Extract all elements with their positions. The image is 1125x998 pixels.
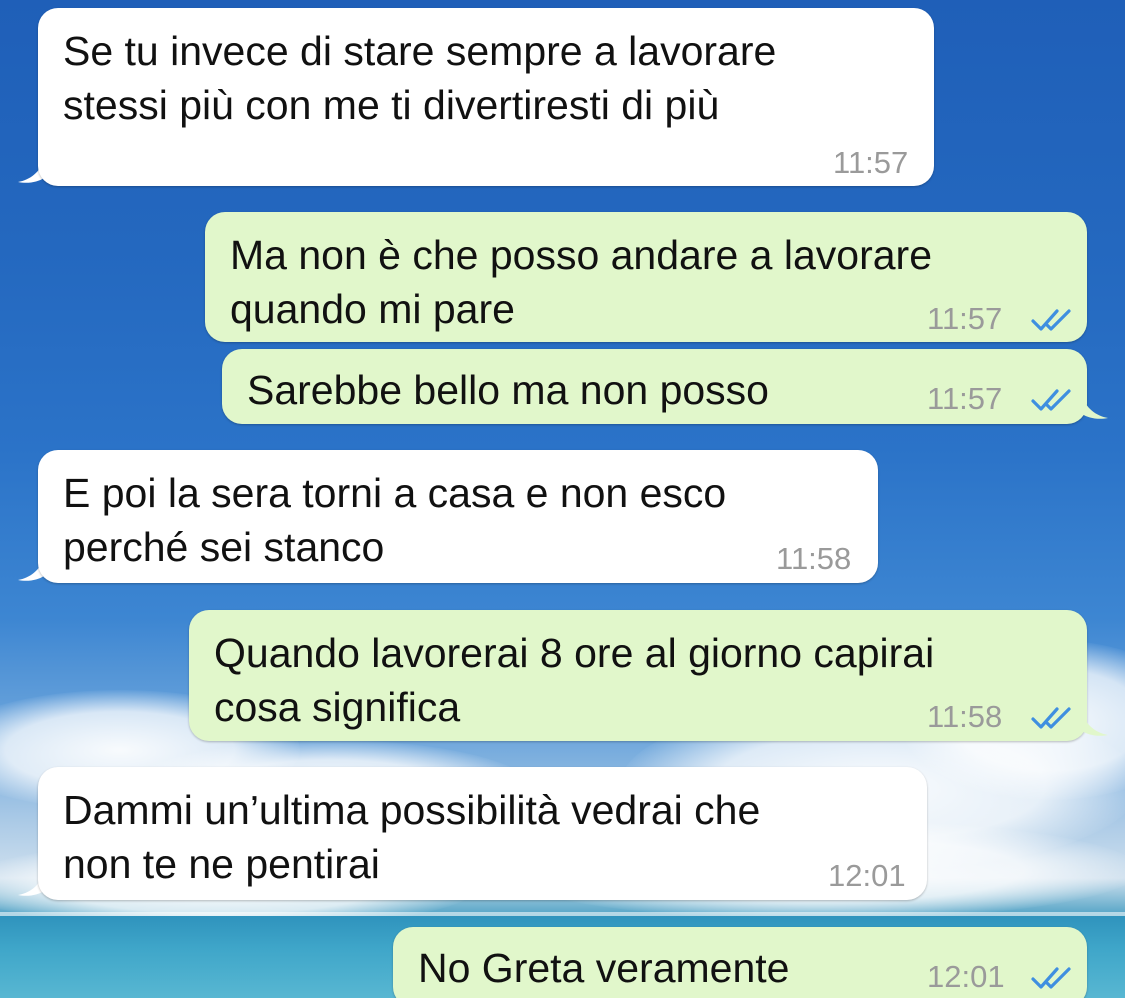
- message-bubble-incoming[interactable]: Dammi un’ultima possibilità vedrai che n…: [38, 767, 927, 900]
- message-time: 12:01: [828, 858, 906, 893]
- message-time: 12:01: [927, 959, 1005, 994]
- message-text: Dammi un’ultima possibilità vedrai che n…: [63, 787, 761, 887]
- bubble-tail: [1082, 713, 1108, 736]
- message-text: Se tu invece di stare sempre a lavorare …: [63, 28, 777, 128]
- double-check-icon: [1031, 967, 1071, 989]
- double-check-icon: [1031, 309, 1071, 331]
- message-time: 11:58: [927, 699, 1003, 734]
- double-check-icon: [1031, 707, 1071, 729]
- message-time: 11:57: [927, 381, 1003, 416]
- message-bubble-outgoing[interactable]: Ma non è che posso andare a lavorare qua…: [205, 212, 1087, 342]
- message-text: Quando lavorerai 8 ore al giorno capirai…: [214, 630, 935, 730]
- double-check-icon: [1031, 389, 1071, 411]
- message-text: No Greta veramente: [418, 945, 790, 991]
- message-bubble-outgoing[interactable]: Sarebbe bello ma non posso 11:57: [222, 349, 1087, 424]
- message-bubble-incoming[interactable]: E poi la sera torni a casa e non esco pe…: [38, 450, 878, 583]
- message-time: 11:57: [927, 301, 1003, 336]
- message-bubble-outgoing[interactable]: Quando lavorerai 8 ore al giorno capirai…: [189, 610, 1087, 741]
- message-text: E poi la sera torni a casa e non esco pe…: [63, 470, 727, 570]
- message-text: Ma non è che posso andare a lavorare qua…: [230, 232, 933, 332]
- message-bubble-incoming[interactable]: Se tu invece di stare sempre a lavorare …: [38, 8, 934, 186]
- bubble-tail: [1082, 396, 1108, 419]
- message-time: 11:57: [833, 145, 909, 180]
- message-bubble-outgoing[interactable]: No Greta veramente 12:01: [393, 927, 1087, 998]
- message-text: Sarebbe bello ma non posso: [247, 367, 769, 413]
- message-time: 11:58: [776, 541, 852, 576]
